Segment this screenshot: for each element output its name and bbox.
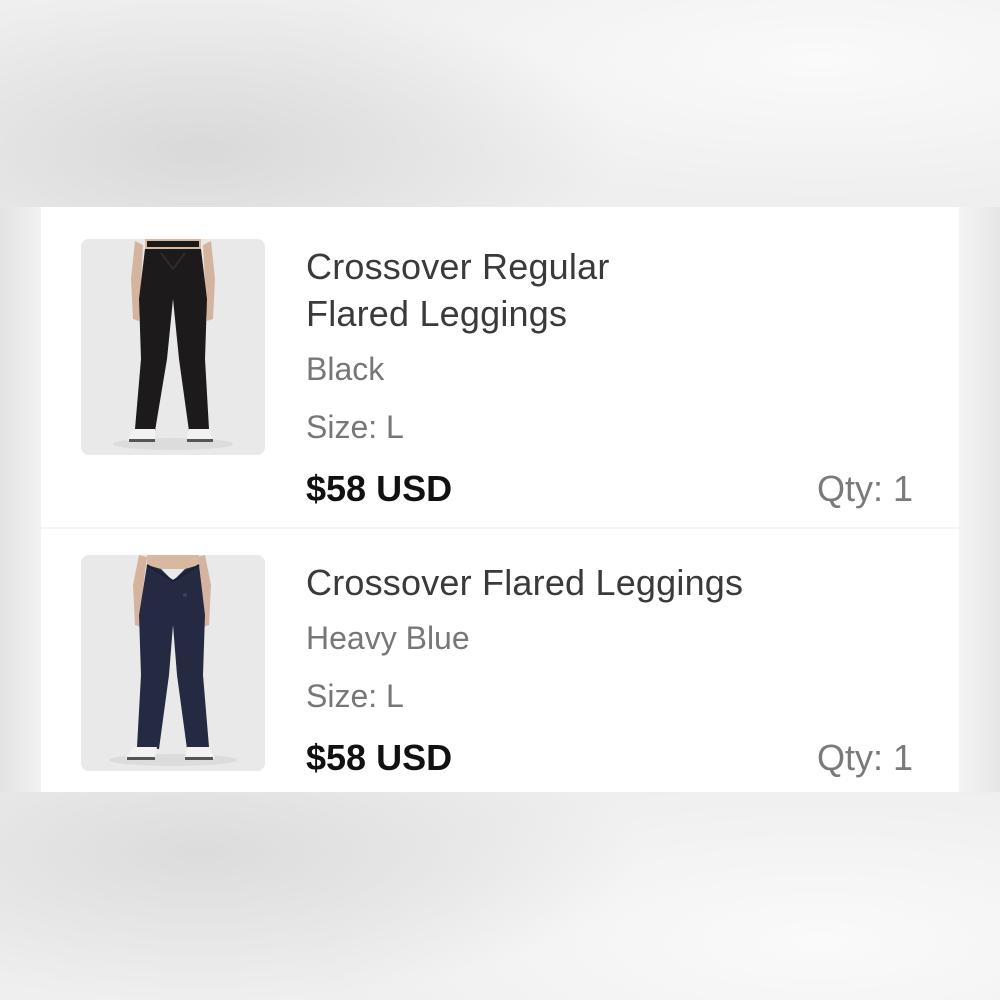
product-info: Crossover Flared Leggings Heavy Blue Siz… (306, 559, 916, 780)
product-name-line-1: Crossover Regular (306, 246, 610, 287)
product-color: Black (306, 351, 385, 387)
background-blur-right (959, 207, 1000, 792)
product-price: $58 USD (306, 468, 453, 509)
cart-item[interactable]: Crossover Regular Flared Leggings Black … (41, 207, 959, 527)
price-qty-row: $58 USD Qty: 1 (306, 467, 916, 511)
product-name[interactable]: Crossover Regular Flared Leggings (306, 243, 916, 337)
product-name-line-2: Flared Leggings (306, 293, 568, 334)
product-photo-black-leggings (81, 239, 265, 455)
cart-item[interactable]: Crossover Flared Leggings Heavy Blue Siz… (41, 529, 959, 792)
product-price: $58 USD (306, 737, 453, 778)
background-blur-top (0, 0, 1000, 207)
product-size: Size: L (306, 409, 404, 445)
product-photo-navy-leggings (81, 555, 265, 771)
product-info: Crossover Regular Flared Leggings Black … (306, 243, 916, 511)
product-name-line-1: Crossover Flared Leggings (306, 562, 744, 603)
background-blur-bottom (0, 792, 1000, 1000)
background-blur-left (0, 207, 41, 792)
cart-items-panel: Crossover Regular Flared Leggings Black … (41, 207, 959, 792)
product-image[interactable] (81, 239, 265, 455)
price-qty-row: $58 USD Qty: 1 (306, 736, 916, 780)
product-image[interactable] (81, 555, 265, 771)
product-size: Size: L (306, 678, 404, 714)
quantity-label: Qty: 1 (816, 737, 913, 778)
product-color: Heavy Blue (306, 620, 470, 656)
product-name[interactable]: Crossover Flared Leggings (306, 559, 916, 606)
quantity-label: Qty: 1 (816, 468, 913, 509)
